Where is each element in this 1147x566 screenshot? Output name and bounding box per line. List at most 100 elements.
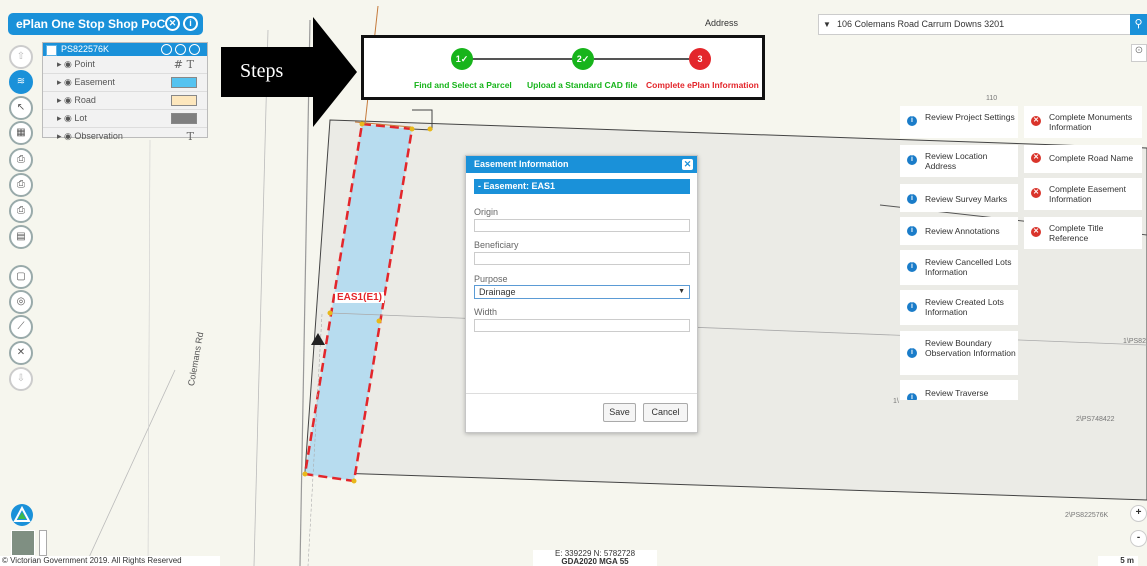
task-label: Review Cancelled Lots Information xyxy=(925,257,1012,277)
search-icon: ⚲ xyxy=(1134,18,1143,30)
location-pin-button[interactable]: ⊙ xyxy=(1131,44,1147,62)
review-task-item[interactable]: i Review Created Lots Information xyxy=(900,290,1018,325)
error-icon: ✕ xyxy=(1031,227,1041,237)
review-task-item[interactable]: i Review Annotations xyxy=(900,217,1018,245)
zoom-out-button[interactable]: - xyxy=(1130,530,1147,547)
layer-label: Point xyxy=(74,59,95,69)
task-label: Review Traverse xyxy=(925,388,989,398)
beneficiary-field[interactable] xyxy=(474,252,690,265)
aerial-thumbnail[interactable] xyxy=(11,530,35,556)
scale-bar: 5 m xyxy=(1098,556,1138,566)
upload-button[interactable]: ⇧ xyxy=(9,45,33,69)
document-button[interactable]: ▤ xyxy=(9,225,33,249)
easement-swatch[interactable] xyxy=(171,77,197,88)
info-icon[interactable] xyxy=(161,44,172,55)
dialog-footer: Save Cancel xyxy=(466,393,697,432)
complete-task-item[interactable]: ✕ Complete Road Name xyxy=(1024,145,1142,173)
cancel-button[interactable]: Cancel xyxy=(643,403,688,422)
step-2-label[interactable]: Upload a Standard CAD file xyxy=(527,80,638,90)
list-icon[interactable] xyxy=(175,44,186,55)
save-button[interactable]: Save xyxy=(603,403,636,422)
target-button[interactable]: ◎ xyxy=(9,290,33,314)
layer-item-observation[interactable]: ▸ ◉ Observation T xyxy=(43,128,207,145)
complete-task-item[interactable]: ✕ Complete Easement Information xyxy=(1024,178,1142,210)
info-icon: i xyxy=(907,226,917,236)
download-button[interactable]: ⇩ xyxy=(9,367,33,391)
step-1-label[interactable]: Find and Select a Parcel xyxy=(414,80,512,90)
step-2-badge[interactable]: 2✓ xyxy=(572,48,594,70)
lot-swatch[interactable] xyxy=(171,113,197,124)
review-task-item[interactable]: i Review Boundary Observation Informatio… xyxy=(900,331,1018,375)
step-3-label[interactable]: Complete ePlan Information xyxy=(646,80,759,90)
review-task-item[interactable]: i Review Traverse xyxy=(900,380,1018,400)
print-button[interactable]: ⎙ xyxy=(9,199,33,223)
review-task-item[interactable]: i Review Cancelled Lots Information xyxy=(900,250,1018,285)
close-circle-icon[interactable]: ✕ xyxy=(165,16,180,31)
error-icon: ✕ xyxy=(1031,188,1041,198)
plan-id: PS822576K xyxy=(61,44,110,54)
measure-button[interactable]: ⟋ xyxy=(9,315,33,339)
info-icon[interactable]: i xyxy=(183,16,198,31)
complete-task-item[interactable]: ✕ Complete Monuments Information xyxy=(1024,106,1142,138)
text-icon[interactable]: T xyxy=(187,128,194,145)
layer-label: Lot xyxy=(74,113,87,123)
steps-annotation-label: Steps xyxy=(240,60,284,82)
delete-button[interactable]: ✕ xyxy=(9,341,33,365)
dialog-header: Easement Information ✕ xyxy=(466,156,697,173)
info-icon: i xyxy=(907,116,917,126)
layer-item-point[interactable]: ▸ ◉ Point # T xyxy=(43,56,207,74)
lot-label: 2\PS748422 xyxy=(1076,416,1115,423)
review-task-item[interactable]: i Review Survey Marks xyxy=(900,184,1018,212)
easement-information-dialog: Easement Information ✕ - Easement: EAS1 … xyxy=(465,155,698,433)
address-select[interactable]: ▼ 106 Colemans Road Carrum Downs 3201 xyxy=(818,14,1131,35)
info-icon: i xyxy=(907,302,917,312)
error-icon: ✕ xyxy=(1031,116,1041,126)
close-button[interactable]: ✕ xyxy=(682,159,693,170)
purpose-select[interactable]: Drainage ▼ xyxy=(474,285,690,299)
search-button[interactable]: ⚲ xyxy=(1130,14,1147,35)
dialog-title: Easement Information xyxy=(474,159,569,169)
layers-button[interactable]: ≋ xyxy=(9,70,33,94)
info-icon: i xyxy=(907,348,917,358)
layer-label: Observation xyxy=(74,131,123,141)
info-icon: i xyxy=(907,194,917,204)
map-button[interactable]: ▦ xyxy=(9,121,33,145)
origin-label: Origin xyxy=(474,207,499,217)
layer-item-easement[interactable]: ▸ ◉ Easement xyxy=(43,74,207,92)
app-title: ePlan One Stop Shop PoC xyxy=(16,17,166,31)
review-task-item[interactable]: i Review Location Address xyxy=(900,145,1018,177)
step-3-badge[interactable]: 3 xyxy=(689,48,711,70)
layer-label: Easement xyxy=(74,77,115,87)
basemap-icon[interactable] xyxy=(11,504,33,526)
print-button[interactable]: ⎙ xyxy=(9,173,33,197)
task-label: Review Boundary Observation Information xyxy=(925,338,1016,358)
origin-field[interactable] xyxy=(474,219,690,232)
road-swatch[interactable] xyxy=(171,95,197,106)
zoom-in-button[interactable]: + xyxy=(1130,505,1147,522)
layer-item-lot[interactable]: ▸ ◉ Lot xyxy=(43,110,207,128)
complete-task-item[interactable]: ✕ Complete Title Reference xyxy=(1024,217,1142,249)
layer-item-road[interactable]: ▸ ◉ Road xyxy=(43,92,207,110)
checkbox-icon[interactable] xyxy=(46,45,57,56)
task-label: Review Location Address xyxy=(925,151,988,171)
step-connector xyxy=(472,58,572,60)
purpose-label: Purpose xyxy=(474,274,508,284)
purpose-value: Drainage xyxy=(479,287,516,297)
pointer-button[interactable]: ↖ xyxy=(9,96,33,120)
width-field[interactable] xyxy=(474,319,690,332)
copyright: © Victorian Government 2019. All Rights … xyxy=(0,556,220,566)
hash-icon[interactable]: # xyxy=(174,56,183,73)
print-button[interactable]: ⎙ xyxy=(9,148,33,172)
step-1-badge[interactable]: 1✓ xyxy=(451,48,473,70)
easement-section-toggle[interactable]: - Easement: EAS1 xyxy=(474,179,690,194)
info-icon: i xyxy=(907,155,917,165)
address-value: 106 Colemans Road Carrum Downs 3201 xyxy=(837,19,1005,29)
opacity-slider[interactable] xyxy=(39,530,47,556)
layer-panel: PS822576K ▸ ◉ Point # T ▸ ◉ Easement ▸ ◉… xyxy=(42,42,208,143)
review-task-item[interactable]: i Review Project Settings xyxy=(900,106,1018,138)
form-button[interactable]: ▢ xyxy=(9,265,33,289)
text-icon[interactable]: T xyxy=(187,56,194,73)
expand-icon[interactable] xyxy=(189,44,200,55)
task-label: Complete Road Name xyxy=(1049,153,1134,163)
chevron-down-icon: ▼ xyxy=(678,288,685,295)
